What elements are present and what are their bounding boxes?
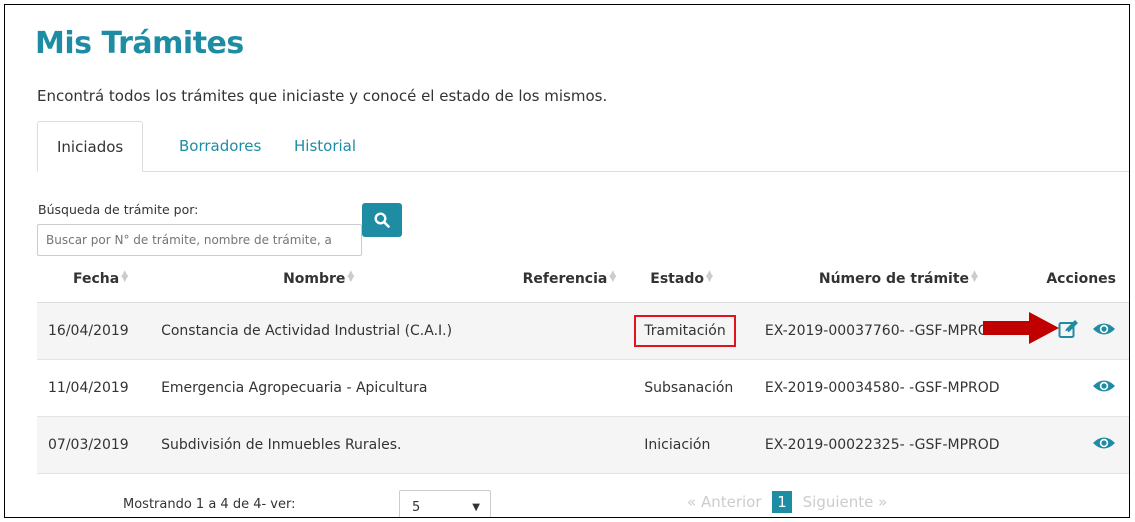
tramites-table: Fecha ▲ ▼ Nombre ▲ ▼ Referencia ▲ ▼ Estado ▲ ▼ N… (37, 255, 1129, 474)
table-header-row: Fecha ▲ ▼ Nombre ▲ ▼ Referencia ▲ ▼ Estado ▲ ▼ N… (37, 255, 1129, 303)
column-header-label: Fecha (73, 270, 120, 287)
page-size-value: 5 (412, 500, 421, 515)
cell-acciones (1045, 416, 1129, 474)
cell-referencia (519, 416, 627, 474)
column-header-label: Estado (650, 270, 704, 287)
tab-historial[interactable]: Historial (275, 121, 375, 171)
chevron-down-icon: ▼ (472, 502, 480, 513)
column-header-referencia[interactable]: Referencia ▲ ▼ (519, 255, 627, 303)
eye-icon[interactable] (1092, 378, 1116, 398)
cell-estado: Iniciación (626, 416, 751, 474)
sort-icon: ▲ ▼ (347, 268, 355, 284)
search-label: Búsqueda de trámite por: (38, 202, 199, 217)
cell-fecha: 16/04/2019 (37, 302, 159, 360)
column-header-fecha[interactable]: Fecha ▲ ▼ (37, 255, 159, 303)
pagination-next[interactable]: Siguiente » (803, 493, 888, 511)
column-header-estado[interactable]: Estado ▲ ▼ (626, 255, 751, 303)
pagination-current-page[interactable]: 1 (772, 491, 792, 513)
sort-icon: ▲ ▼ (121, 268, 129, 284)
column-header-label: Referencia (522, 270, 608, 287)
table-row[interactable]: 07/03/2019 Subdivisión de Inmuebles Rura… (37, 416, 1129, 474)
cell-estado: Subsanación (626, 359, 751, 417)
page-title: Mis Trámites (35, 26, 244, 61)
column-header-label: Número de trámite (818, 270, 970, 287)
cell-referencia (519, 302, 627, 360)
page-frame: Mis Trámites Encontrá todos los trámites… (4, 4, 1130, 518)
pagination-summary: Mostrando 1 a 4 de 4- ver: (123, 497, 296, 512)
eye-icon[interactable] (1092, 435, 1116, 455)
cell-numero: EX-2019-00022325- -GSF-MPROD (750, 416, 1046, 474)
cell-fecha: 11/04/2019 (37, 359, 159, 417)
cell-referencia (519, 359, 627, 417)
column-header-acciones: Acciones (1045, 255, 1129, 303)
page-subtitle: Encontrá todos los trámites que iniciast… (37, 87, 608, 105)
cell-nombre: Constancia de Actividad Industrial (C.A.… (158, 302, 519, 360)
status-highlight-box: Tramitación (634, 315, 736, 347)
cell-nombre: Emergencia Agropecuaria - Apicultura (158, 359, 519, 417)
cell-acciones (1045, 359, 1129, 417)
tab-iniciados[interactable]: Iniciados (37, 121, 144, 172)
sort-icon: ▲ ▼ (609, 268, 617, 284)
tab-borradores[interactable]: Borradores (160, 121, 280, 171)
table-row[interactable]: 16/04/2019 Constancia de Actividad Indus… (37, 302, 1129, 360)
tab-bar: Iniciados Borradores Historial (37, 121, 1129, 172)
search-input[interactable] (37, 224, 362, 256)
pagination-prev[interactable]: « Anterior (687, 493, 762, 511)
eye-icon[interactable] (1092, 321, 1116, 341)
sort-icon: ▲ ▼ (971, 268, 978, 284)
sort-icon: ▲ ▼ (705, 268, 713, 284)
column-header-label: Nombre (283, 270, 346, 287)
column-header-nombre[interactable]: Nombre ▲ ▼ (158, 255, 519, 303)
search-button[interactable] (362, 203, 402, 237)
arrow-right-icon (983, 312, 1059, 344)
column-header-numero[interactable]: Número de trámite ▲ ▼ (750, 255, 1046, 303)
search-icon (374, 212, 390, 228)
cell-numero: EX-2019-00034580- -GSF-MPROD (750, 359, 1046, 417)
cell-estado: Tramitación (626, 302, 751, 360)
pagination: « Anterior 1 Siguiente » (687, 491, 887, 513)
table-row[interactable]: 11/04/2019 Emergencia Agropecuaria - Api… (37, 359, 1129, 417)
page-size-select[interactable]: 5 ▼ (399, 490, 491, 517)
edit-icon[interactable] (1058, 319, 1080, 343)
cell-fecha: 07/03/2019 (37, 416, 159, 474)
cell-nombre: Subdivisión de Inmuebles Rurales. (158, 416, 519, 474)
